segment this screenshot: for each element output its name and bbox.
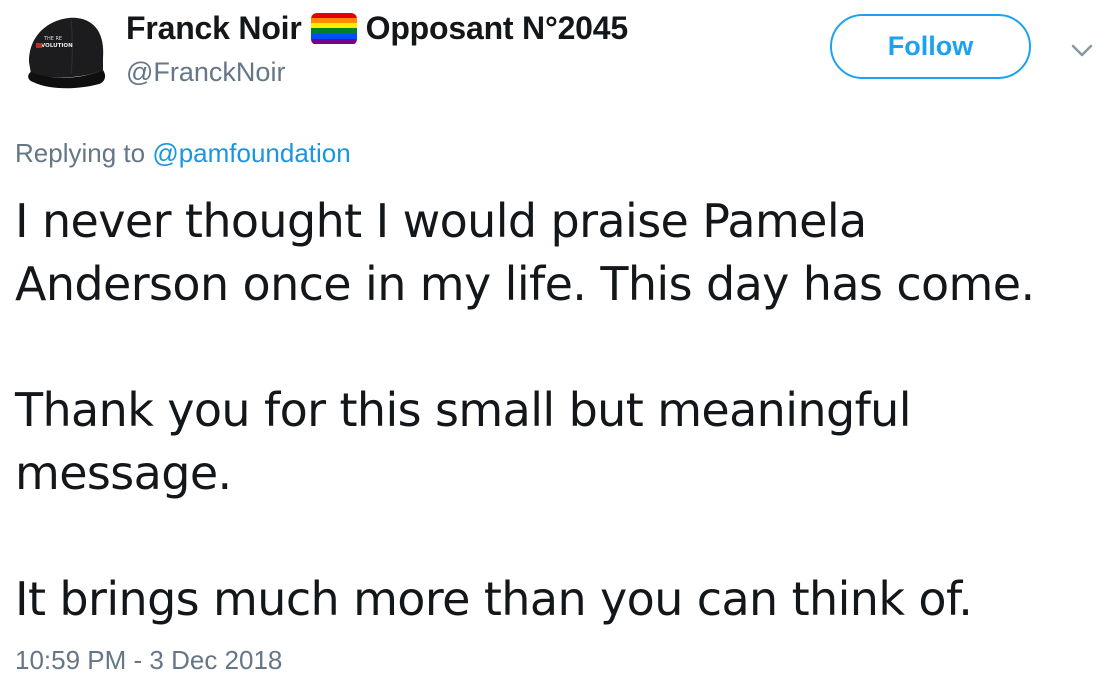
tweet-text-line: I never thought I would praise Pamela (15, 194, 867, 248)
display-name[interactable]: Franck Noir (126, 10, 302, 47)
tweet-text: I never thought I would praise Pamela An… (15, 190, 1095, 631)
tweet-text-line: message. (15, 446, 232, 500)
reply-target-link[interactable]: @pamfoundation (152, 138, 350, 168)
chevron-down-icon[interactable] (1068, 36, 1096, 64)
cap-text: EVOLUTION (37, 43, 73, 49)
user-handle[interactable]: @FranckNoir (126, 57, 285, 88)
name-row: Franck Noir Opposant N°2045 (126, 10, 628, 47)
follow-button[interactable]: Follow (830, 14, 1031, 79)
follow-button-label: Follow (887, 31, 974, 61)
tweet-text-line: Anderson once in my life. This day has c… (15, 257, 1035, 311)
reply-context: Replying to @pamfoundation (15, 138, 351, 169)
tweet-text-line: Thank you for this small but meaningful (15, 383, 912, 437)
tweet-text-line: It brings much more than you can think o… (15, 572, 973, 626)
rainbow-flag-icon (310, 12, 357, 45)
black-cap-icon: THE RE EVOLUTION (15, 0, 115, 100)
tweet-timestamp[interactable]: 10:59 PM - 3 Dec 2018 (15, 645, 282, 676)
avatar[interactable]: THE RE EVOLUTION (15, 0, 115, 100)
cap-text-small: THE RE (43, 36, 62, 42)
display-name-suffix[interactable]: Opposant N°2045 (366, 10, 629, 47)
tweet-card: THE RE EVOLUTION Franck Noir Opposant N°… (0, 0, 1111, 687)
reply-prefix: Replying to (15, 138, 153, 168)
